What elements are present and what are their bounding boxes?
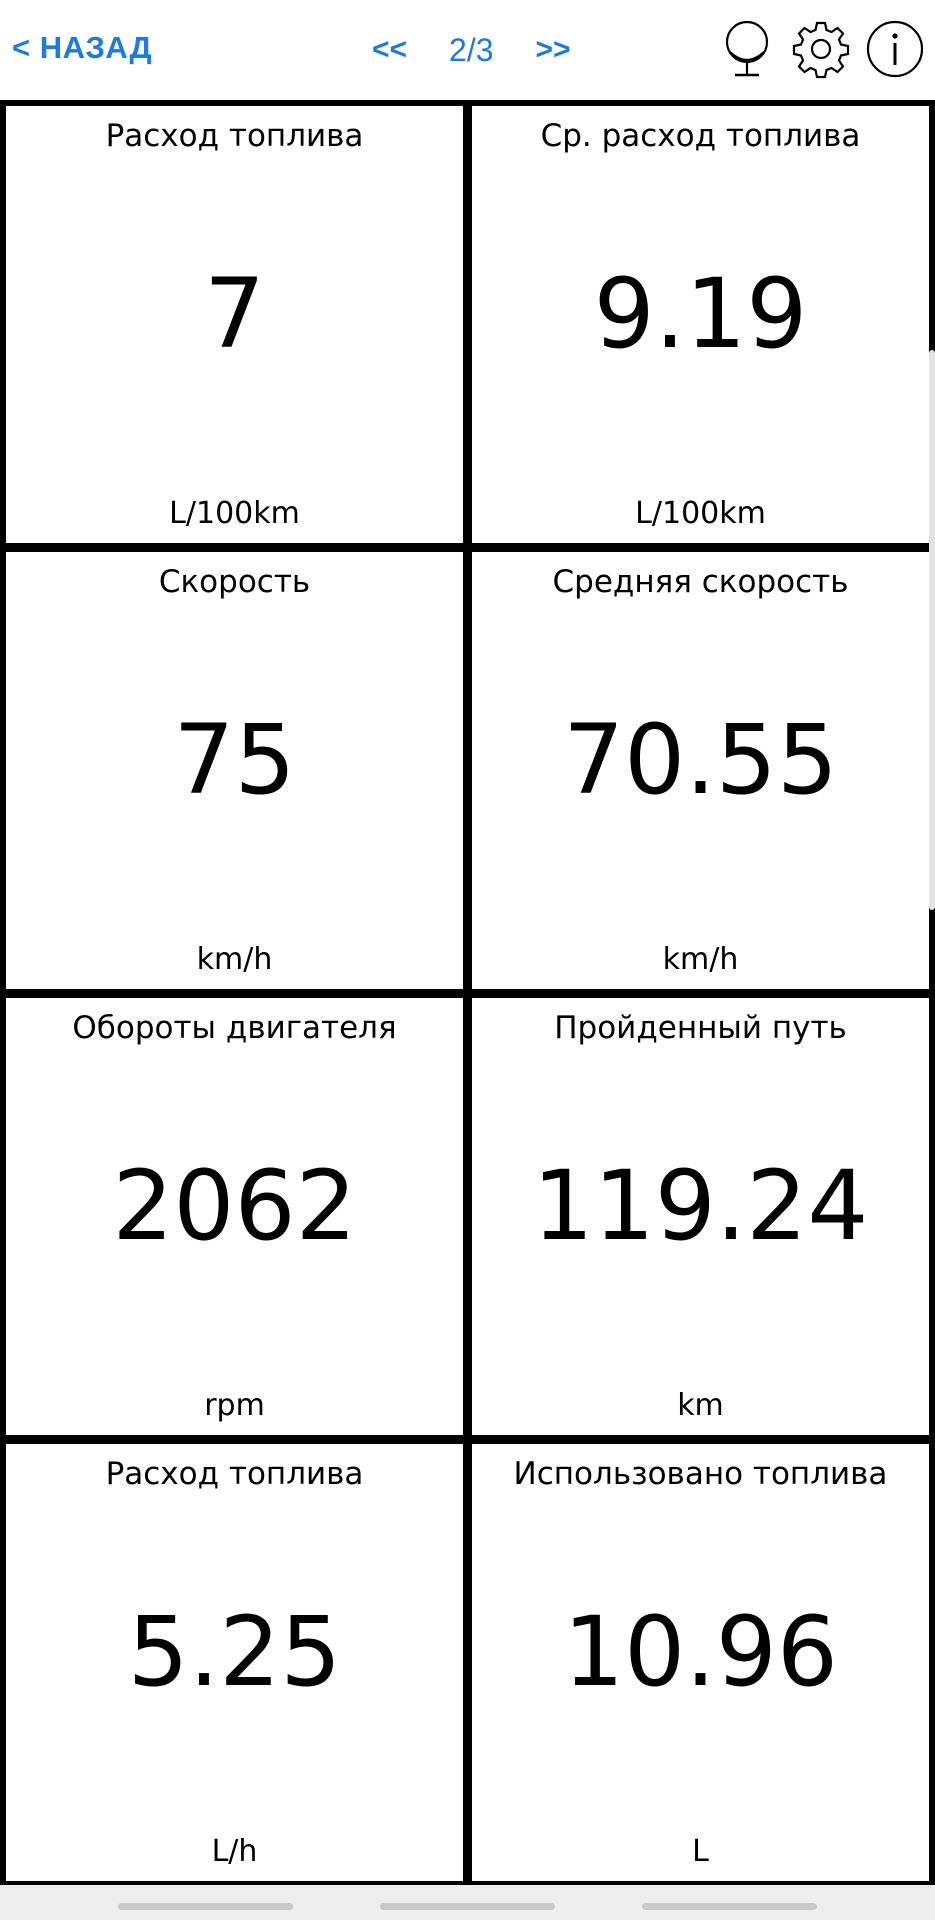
tile-value: 2062: [112, 1150, 357, 1262]
globe-button[interactable]: [717, 18, 777, 80]
tile-unit: L/h: [211, 1834, 258, 1869]
pager: << 2/3 >>: [372, 30, 571, 70]
tile-fuel-consumption[interactable]: Расход топлива 7 L/100km: [3, 103, 466, 546]
tile-fuel-rate[interactable]: Расход топлива 5.25 L/h: [3, 1441, 466, 1884]
gear-icon: [792, 21, 850, 79]
tile-avg-speed[interactable]: Средняя скорость 70.55 km/h: [469, 549, 932, 992]
tile-engine-rpm[interactable]: Обороты двигателя 2062 rpm: [3, 995, 466, 1438]
tile-unit: L/100km: [635, 496, 766, 531]
tile-title: Обороты двигателя: [72, 1010, 397, 1046]
tile-title: Ср. расход топлива: [540, 118, 861, 154]
tile-value: 5.25: [127, 1596, 342, 1708]
tile-unit: L: [692, 1834, 709, 1869]
next-page-button[interactable]: >>: [536, 33, 571, 67]
tile-title: Использовано топлива: [513, 1456, 888, 1492]
tile-distance[interactable]: Пройденный путь 119.24 km: [469, 995, 932, 1438]
tile-value: 119.24: [532, 1150, 869, 1262]
tile-value: 10.96: [563, 1596, 838, 1708]
tile-unit: km/h: [196, 942, 273, 977]
tile-avg-fuel-consumption[interactable]: Ср. расход топлива 9.19 L/100km: [469, 103, 932, 546]
tile-unit: km: [677, 1388, 724, 1423]
gesture-handle-right[interactable]: [642, 1903, 817, 1910]
tile-title: Скорость: [158, 564, 311, 600]
tile-fuel-used[interactable]: Использовано топлива 10.96 L: [469, 1441, 932, 1884]
scroll-indicator: [929, 350, 935, 910]
page-indicator: 2/3: [449, 31, 494, 68]
tile-title: Расход топлива: [105, 118, 364, 154]
gesture-handle-center[interactable]: [380, 1903, 555, 1910]
tile-speed[interactable]: Скорость 75 km/h: [3, 549, 466, 992]
gesture-bar: [0, 1885, 935, 1920]
tile-title: Пройденный путь: [554, 1010, 847, 1046]
info-icon: [866, 20, 924, 78]
tile-value: 75: [173, 704, 296, 816]
gesture-handle-left[interactable]: [118, 1903, 293, 1910]
tile-unit: rpm: [204, 1388, 265, 1423]
tile-unit: km/h: [662, 942, 739, 977]
tile-value: 70.55: [563, 704, 838, 816]
top-bar: < НАЗАД << 2/3 >>: [0, 0, 935, 100]
prev-page-button[interactable]: <<: [372, 33, 407, 67]
tile-title: Расход топлива: [105, 1456, 364, 1492]
tile-value: 9.19: [593, 258, 808, 370]
globe-icon: [725, 20, 769, 77]
back-button[interactable]: < НАЗАД: [12, 30, 152, 66]
header-icons: [703, 18, 925, 80]
gauge-grid: Расход топлива 7 L/100km Ср. расход топл…: [0, 100, 935, 1885]
tile-title: Средняя скорость: [552, 564, 849, 600]
info-button[interactable]: [865, 18, 925, 80]
tile-unit: L/100km: [169, 496, 300, 531]
tile-value: 7: [203, 258, 266, 370]
settings-button[interactable]: [791, 18, 851, 80]
